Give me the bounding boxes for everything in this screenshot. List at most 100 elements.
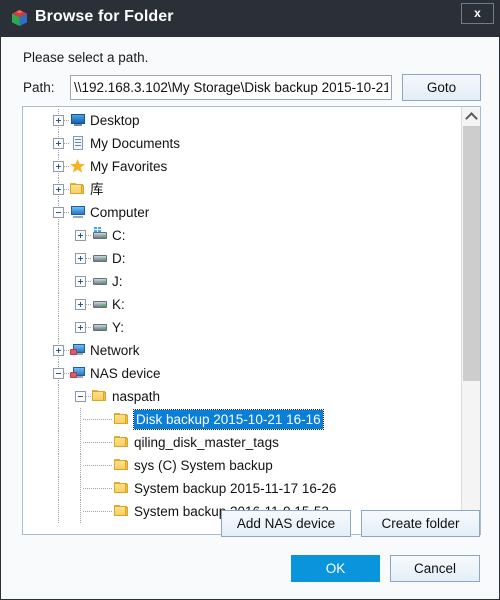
tree-guide-line <box>58 316 59 339</box>
document-icon <box>70 135 86 151</box>
folder-tree[interactable]: Desktop My Documents My Favorites 库 Computer… <box>23 109 461 534</box>
tree-item-label: Disk backup 2015-10-21 16-16 <box>133 409 324 430</box>
tree-guide-line <box>80 477 81 500</box>
tree-guide-line <box>83 488 113 489</box>
cube-icon <box>10 9 29 28</box>
tree-item[interactable]: J: <box>23 270 461 293</box>
tree-item-label: System backup 2015-11-17 16-26 <box>134 481 337 496</box>
close-button[interactable]: x <box>461 3 494 24</box>
tree-guide-line <box>83 419 113 420</box>
drive-icon <box>92 296 108 312</box>
tree-item-label: Computer <box>90 205 150 220</box>
create-folder-button[interactable]: Create folder <box>361 510 480 537</box>
collapse-button[interactable] <box>75 391 86 402</box>
tree-item-label: K: <box>112 297 125 312</box>
tree-vertical-scrollbar[interactable] <box>461 107 480 534</box>
browse-for-folder-dialog: Browse for Folder x Please select a path… <box>0 0 500 600</box>
tree-item[interactable]: Disk backup 2015-10-21 16-16 <box>23 408 461 431</box>
expand-button[interactable] <box>75 253 86 264</box>
expand-button[interactable] <box>75 276 86 287</box>
expand-button[interactable] <box>53 138 64 149</box>
tree-guide-line <box>58 408 59 431</box>
tree-guide-line <box>58 477 59 500</box>
computer-icon <box>70 204 86 220</box>
cancel-button[interactable]: Cancel <box>390 555 480 582</box>
folder-icon <box>92 388 108 404</box>
folder-tree-panel: Desktop My Documents My Favorites 库 Computer… <box>22 106 481 535</box>
expand-button[interactable] <box>53 184 64 195</box>
tree-guide-line <box>80 408 81 431</box>
folder-icon <box>114 434 130 450</box>
goto-button[interactable]: Goto <box>402 74 481 101</box>
folder-icon <box>114 411 130 427</box>
tree-item[interactable]: Y: <box>23 316 461 339</box>
drive-icon <box>92 250 108 266</box>
collapse-button[interactable] <box>53 207 64 218</box>
title-bar: Browse for Folder x <box>1 1 499 37</box>
tree-item-label: naspath <box>112 389 161 404</box>
add-nas-device-button[interactable]: Add NAS device <box>221 510 351 537</box>
tree-item-label: J: <box>112 274 123 289</box>
scroll-up-button[interactable] <box>462 107 480 125</box>
tree-item[interactable]: naspath <box>23 385 461 408</box>
tree-item[interactable]: D: <box>23 247 461 270</box>
expand-button[interactable] <box>53 115 64 126</box>
drive-icon <box>92 273 108 289</box>
folder-icon <box>114 480 130 496</box>
expand-button[interactable] <box>75 299 86 310</box>
tree-guide-line <box>83 442 113 443</box>
path-label: Path: <box>23 80 55 95</box>
tree-item[interactable]: K: <box>23 293 461 316</box>
drive-c-icon <box>92 227 108 243</box>
drive-icon <box>92 319 108 335</box>
tree-guide-line <box>58 500 59 523</box>
network-icon <box>70 342 86 358</box>
tree-item[interactable]: Desktop <box>23 109 461 132</box>
tree-item-label: Desktop <box>90 113 140 128</box>
tree-item-label: qiling_disk_master_tags <box>134 435 279 450</box>
tree-guide-line <box>83 511 113 512</box>
tree-item-label: My Favorites <box>90 159 168 174</box>
tree-guide-line <box>80 500 81 523</box>
tree-item-label: NAS device <box>90 366 161 381</box>
tree-guide-line <box>58 270 59 293</box>
tree-guide-line <box>80 454 81 477</box>
tree-item[interactable]: NAS device <box>23 362 461 385</box>
tree-guide-line <box>83 465 113 466</box>
path-input[interactable] <box>70 75 392 100</box>
tree-guide-line <box>58 247 59 270</box>
tree-guide-line <box>80 431 81 454</box>
star-icon <box>70 158 86 174</box>
tree-item[interactable]: qiling_disk_master_tags <box>23 431 461 454</box>
tree-item[interactable]: My Documents <box>23 132 461 155</box>
tree-guide-line <box>58 293 59 316</box>
expand-button[interactable] <box>53 161 64 172</box>
tree-item-label: D: <box>112 251 126 266</box>
tree-item[interactable]: Network <box>23 339 461 362</box>
close-icon: x <box>474 6 481 20</box>
collapse-button[interactable] <box>53 368 64 379</box>
tree-item-label: Y: <box>112 320 125 335</box>
tree-guide-line <box>58 454 59 477</box>
tree-item[interactable]: 库 <box>23 178 461 201</box>
expand-button[interactable] <box>75 230 86 241</box>
monitor-icon <box>70 112 86 128</box>
tree-item-label: Network <box>90 343 140 358</box>
expand-button[interactable] <box>75 322 86 333</box>
tree-item[interactable]: Computer <box>23 201 461 224</box>
tree-item[interactable]: System backup 2015-11-17 16-26 <box>23 477 461 500</box>
folder-icon <box>70 181 86 197</box>
tree-item[interactable]: My Favorites <box>23 155 461 178</box>
tree-item-label: 库 <box>90 182 104 197</box>
prompt-label: Please select a path. <box>23 50 149 65</box>
chevron-up-icon <box>465 112 478 125</box>
ok-button[interactable]: OK <box>291 555 380 582</box>
tree-guide-line <box>58 385 59 408</box>
tree-item[interactable]: sys (C) System backup <box>23 454 461 477</box>
tree-item-label: C: <box>112 228 126 243</box>
window-title: Browse for Folder <box>35 8 174 25</box>
tree-item[interactable]: C: <box>23 224 461 247</box>
tree-guide-line <box>58 224 59 247</box>
scrollbar-thumb[interactable] <box>463 126 480 381</box>
expand-button[interactable] <box>53 345 64 356</box>
